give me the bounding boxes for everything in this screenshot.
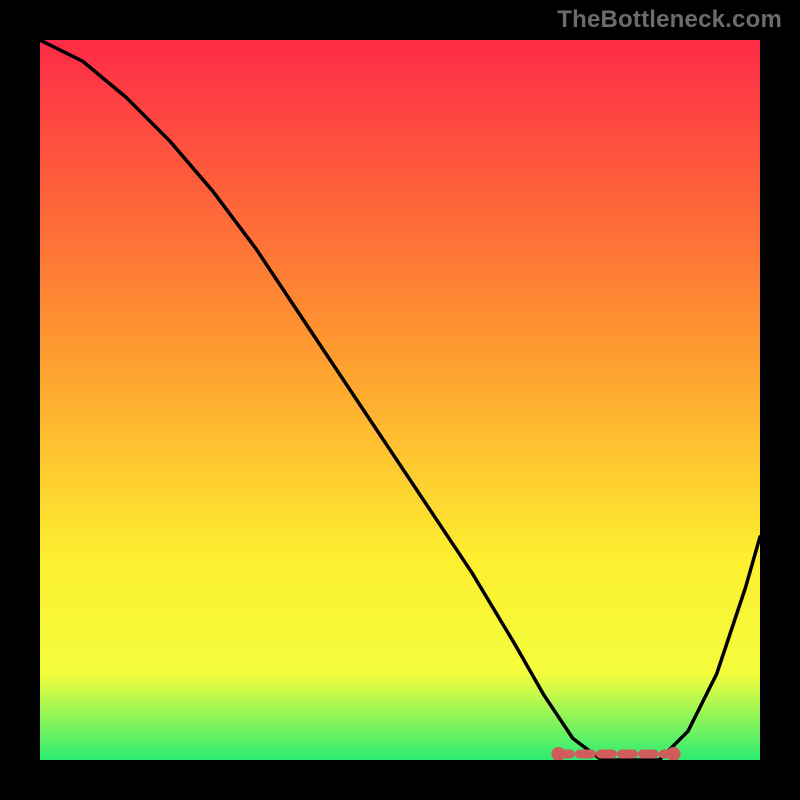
chart-svg — [40, 40, 760, 760]
chart-frame: TheBottleneck.com — [0, 0, 800, 800]
plot-area — [40, 40, 760, 760]
watermark-text: TheBottleneck.com — [557, 6, 782, 34]
gradient-background — [40, 40, 760, 760]
